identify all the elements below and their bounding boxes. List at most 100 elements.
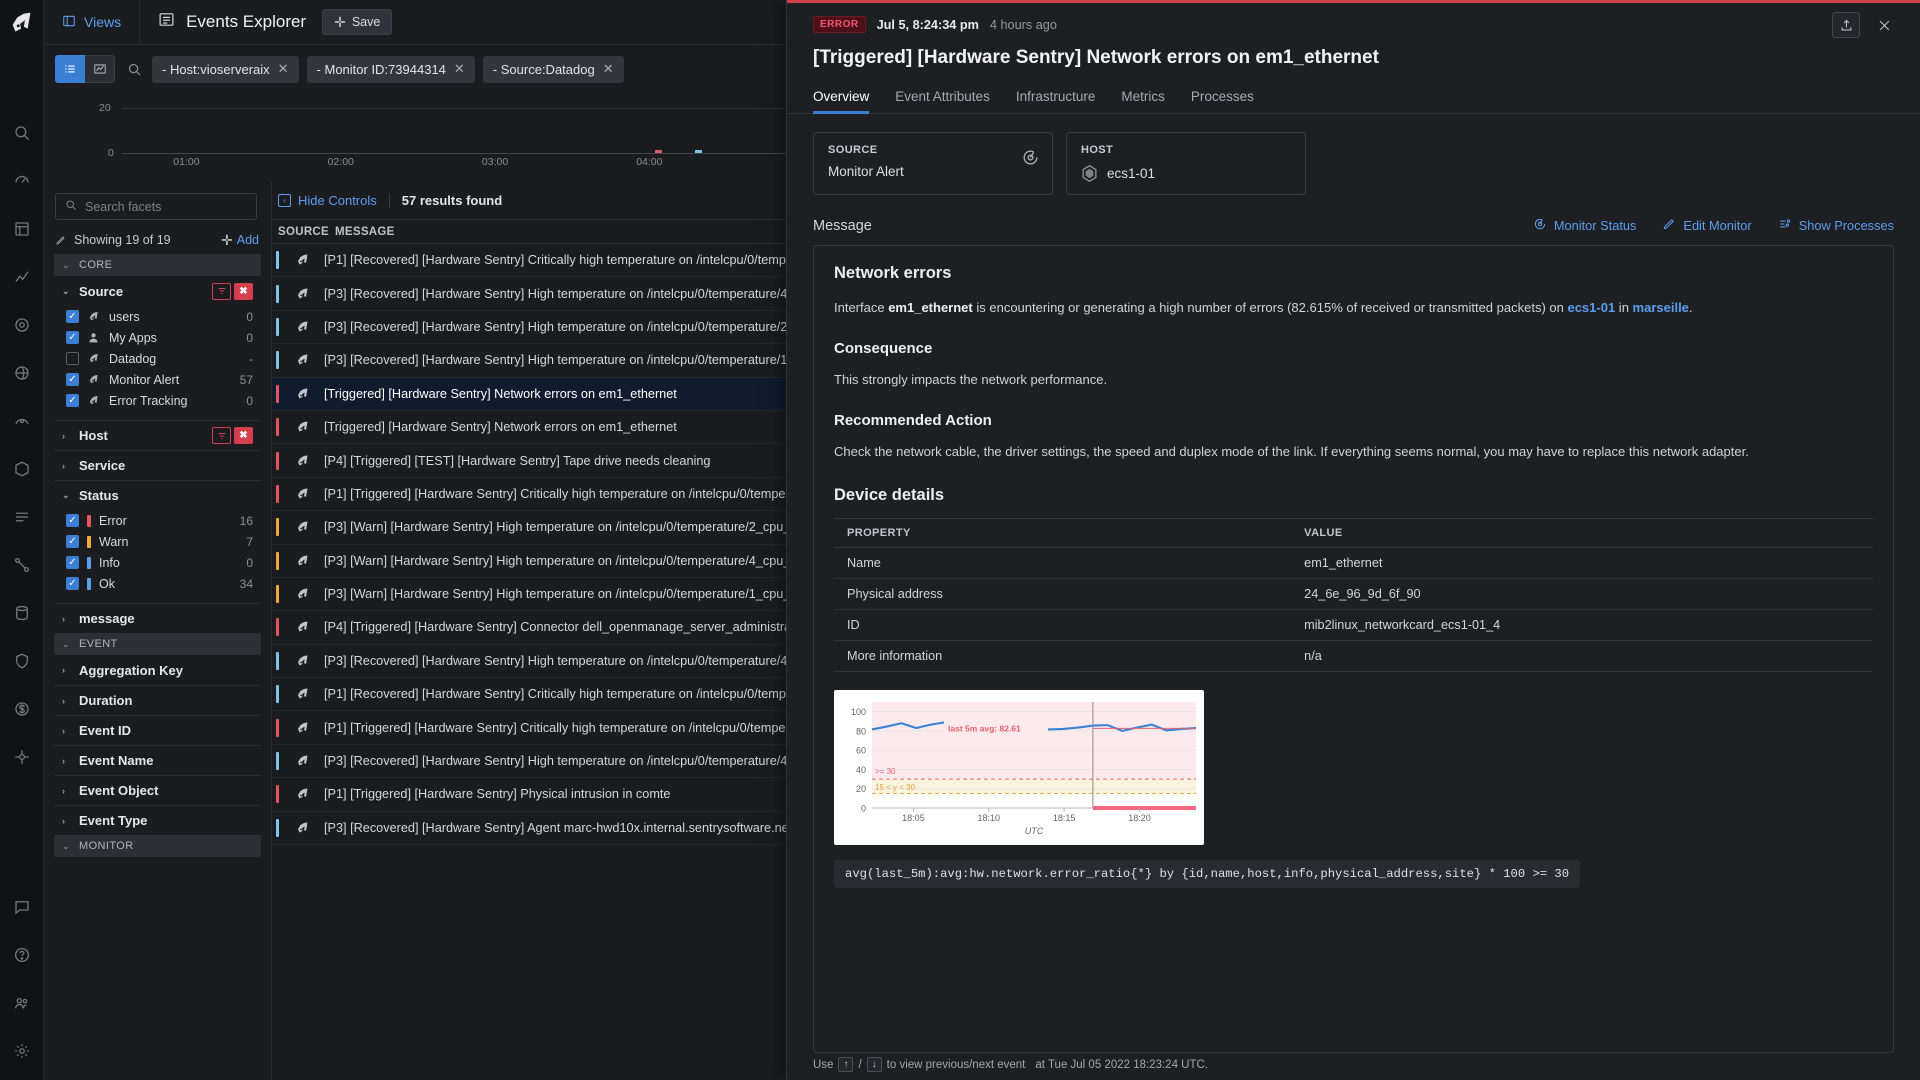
facet-checkbox[interactable] xyxy=(66,331,79,344)
host-card[interactable]: HOST ecs1-01 xyxy=(1066,132,1306,195)
facet-checkbox[interactable] xyxy=(66,373,79,386)
security-icon[interactable] xyxy=(7,646,37,676)
metrics-icon[interactable] xyxy=(7,262,37,292)
dashboards-icon[interactable] xyxy=(7,166,37,196)
facet-value-error-tracking[interactable]: Error Tracking0 xyxy=(54,390,261,411)
event-row[interactable]: [P3] [Recovered] [Hardware Sentry] High … xyxy=(272,645,786,678)
edit-monitor-button[interactable]: Edit Monitor xyxy=(1662,217,1751,234)
chip-remove-icon[interactable]: ✕ xyxy=(454,61,465,77)
monitor-status-button[interactable]: Monitor Status xyxy=(1533,217,1637,234)
key-up-icon[interactable]: ↑ xyxy=(838,1057,853,1072)
facet-checkbox[interactable] xyxy=(66,577,79,590)
facet-clear-icon[interactable]: ✖ xyxy=(234,427,253,444)
facet-value-info[interactable]: Info0 xyxy=(54,552,261,573)
facet-group-event[interactable]: ⌄EVENT xyxy=(54,633,261,655)
tab-metrics[interactable]: Metrics xyxy=(1121,89,1165,113)
chip-remove-icon[interactable]: ✕ xyxy=(278,61,289,77)
facet-value-my-apps[interactable]: My Apps0 xyxy=(54,327,261,348)
facet-filter-icon[interactable] xyxy=(212,427,231,444)
database-icon[interactable] xyxy=(7,598,37,628)
event-row[interactable]: [P3] [Warn] [Hardware Sentry] High tempe… xyxy=(272,545,786,578)
facet-value-ok[interactable]: Ok34 xyxy=(54,573,261,594)
event-row[interactable]: [P1] [Triggered] [Hardware Sentry] Physi… xyxy=(272,778,786,811)
column-header-source[interactable]: SOURCE xyxy=(272,226,335,238)
monitor-metric-chart[interactable]: 02040608010018:0518:1018:1518:20UTClast … xyxy=(834,690,1204,845)
event-row[interactable]: [P1] [Triggered] [Hardware Sentry] Criti… xyxy=(272,478,786,511)
event-row[interactable]: [P1] [Recovered] [Hardware Sentry] Criti… xyxy=(272,244,786,277)
network-icon[interactable] xyxy=(7,550,37,580)
synthetics-icon[interactable] xyxy=(7,406,37,436)
event-row[interactable]: [P1] [Triggered] [Hardware Sentry] Criti… xyxy=(272,711,786,744)
facet-checkbox[interactable] xyxy=(66,556,79,569)
facet-group-core[interactable]: ⌄CORE xyxy=(54,254,261,276)
facet-event-type[interactable]: ›Event Type xyxy=(54,805,261,835)
facet-status[interactable]: ⌄Status xyxy=(54,480,261,510)
key-down-icon[interactable]: ↓ xyxy=(867,1057,882,1072)
host-link[interactable]: ecs1-01 xyxy=(1567,300,1615,315)
notebook-icon[interactable] xyxy=(7,214,37,244)
save-button[interactable]: ✛ Save xyxy=(322,9,392,35)
tab-overview[interactable]: Overview xyxy=(813,89,869,113)
event-row[interactable]: [P3] [Recovered] [Hardware Sentry] High … xyxy=(272,277,786,310)
facet-value-warn[interactable]: Warn7 xyxy=(54,531,261,552)
tab-processes[interactable]: Processes xyxy=(1191,89,1254,113)
event-row[interactable]: [P3] [Warn] [Hardware Sentry] High tempe… xyxy=(272,511,786,544)
facet-service[interactable]: ›Service xyxy=(54,450,261,480)
event-row[interactable]: [Triggered] [Hardware Sentry] Network er… xyxy=(272,411,786,444)
event-row[interactable]: [P3] [Recovered] [Hardware Sentry] Agent… xyxy=(272,812,786,845)
filter-chip[interactable]: - Monitor ID:73944314 ✕ xyxy=(307,56,475,83)
show-processes-button[interactable]: Show Processes xyxy=(1778,217,1894,234)
source-card[interactable]: SOURCE Monitor Alert xyxy=(813,132,1053,195)
event-row[interactable]: [P3] [Recovered] [Hardware Sentry] High … xyxy=(272,311,786,344)
datadog-logo-icon[interactable] xyxy=(5,6,39,40)
tab-infrastructure[interactable]: Infrastructure xyxy=(1016,89,1096,113)
event-row[interactable]: [Triggered] [Hardware Sentry] Network er… xyxy=(272,378,786,411)
cloudcost-icon[interactable] xyxy=(7,694,37,724)
facet-group-monitor[interactable]: ⌄MONITOR xyxy=(54,835,261,857)
timeline-bar[interactable] xyxy=(695,150,702,153)
apm-icon[interactable] xyxy=(7,310,37,340)
facet-duration[interactable]: ›Duration xyxy=(54,685,261,715)
hide-controls-button[interactable]: ‹ Hide Controls xyxy=(278,193,377,208)
facet-checkbox[interactable] xyxy=(66,514,79,527)
filter-chip[interactable]: - Host:vioserveraix ✕ xyxy=(152,56,299,83)
help-icon[interactable] xyxy=(7,940,37,970)
team-icon[interactable] xyxy=(7,988,37,1018)
facet-search-input[interactable]: Search facets xyxy=(55,193,257,220)
facet-message[interactable]: ›message xyxy=(54,603,261,633)
views-button[interactable]: Views xyxy=(44,0,140,45)
facet-filter-icon[interactable] xyxy=(212,283,231,300)
tab-event-attributes[interactable]: Event Attributes xyxy=(895,89,990,113)
event-row[interactable]: [P1] [Recovered] [Hardware Sentry] Criti… xyxy=(272,678,786,711)
facet-event-name[interactable]: ›Event Name xyxy=(54,745,261,775)
settings-icon[interactable] xyxy=(7,1036,37,1066)
timeline-bar[interactable] xyxy=(655,150,662,153)
facet-checkbox[interactable] xyxy=(66,310,79,323)
facet-checkbox[interactable] xyxy=(66,535,79,548)
pencil-icon[interactable] xyxy=(55,234,67,246)
event-row[interactable]: [P3] [Recovered] [Hardware Sentry] High … xyxy=(272,344,786,377)
chat-icon[interactable] xyxy=(7,892,37,922)
facet-checkbox[interactable] xyxy=(66,352,79,365)
facet-event-object[interactable]: ›Event Object xyxy=(54,775,261,805)
facet-aggregation-key[interactable]: ›Aggregation Key xyxy=(54,655,261,685)
event-row[interactable]: [P4] [Triggered] [Hardware Sentry] Conne… xyxy=(272,611,786,644)
event-row[interactable]: [P3] [Recovered] [Hardware Sentry] High … xyxy=(272,745,786,778)
site-link[interactable]: marseille xyxy=(1633,300,1689,315)
workflows-icon[interactable] xyxy=(7,742,37,772)
facet-value-monitor-alert[interactable]: Monitor Alert57 xyxy=(54,369,261,390)
facet-source[interactable]: ⌄Source✖ xyxy=(54,276,261,306)
infrastructure-icon[interactable] xyxy=(7,454,37,484)
event-row[interactable]: [P3] [Warn] [Hardware Sentry] High tempe… xyxy=(272,578,786,611)
logs-icon[interactable] xyxy=(7,502,37,532)
facet-value-users[interactable]: users0 xyxy=(54,306,261,327)
list-view-icon[interactable] xyxy=(55,55,85,83)
facet-value-datadog[interactable]: Datadog- xyxy=(54,348,261,369)
search-icon[interactable] xyxy=(127,62,142,77)
close-icon[interactable] xyxy=(1870,12,1898,38)
monitor-query[interactable]: avg(last_5m):avg:hw.network.error_ratio{… xyxy=(834,860,1580,888)
facet-host[interactable]: ›Host✖ xyxy=(54,420,261,450)
rum-icon[interactable] xyxy=(7,358,37,388)
search-icon[interactable] xyxy=(7,118,37,148)
add-facet-button[interactable]: ✛ Add xyxy=(221,233,259,247)
